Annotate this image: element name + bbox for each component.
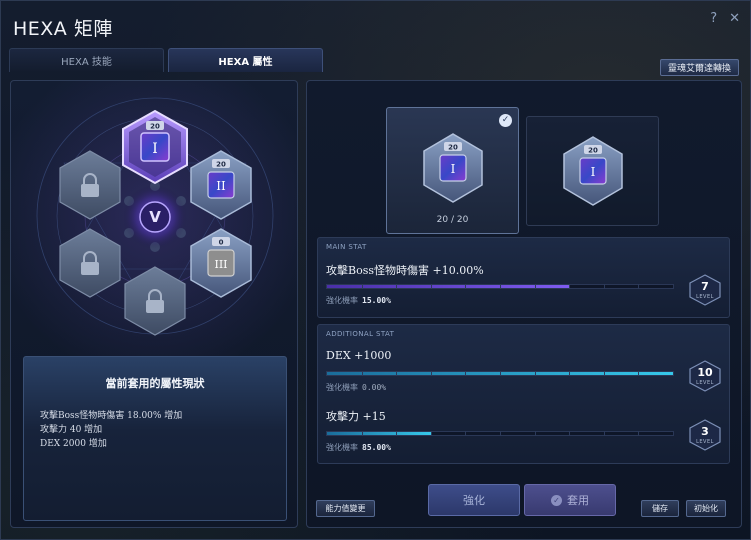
core-level-count: 20 / 20 <box>436 215 469 225</box>
status-line: DEX 2000 增加 <box>40 439 107 449</box>
additional-stat-header: ADDITIONAL STAT <box>326 330 395 338</box>
svg-text:20: 20 <box>588 147 598 155</box>
sol-erda-convert-button[interactable]: 靈魂艾爾達轉換 <box>660 59 739 76</box>
core-hex-bottom[interactable] <box>124 266 186 336</box>
additional-stat-progress-bar <box>326 431 674 436</box>
additional-stat-level-badge: 3 LEVEL <box>688 419 722 451</box>
apply-button[interactable]: ✓ 套用 <box>524 484 616 516</box>
svg-text:20: 20 <box>216 161 226 169</box>
main-stat-progress-bar <box>326 284 674 289</box>
svg-text:II: II <box>216 179 226 193</box>
svg-text:I: I <box>152 141 158 157</box>
svg-text:I: I <box>591 165 596 179</box>
check-icon: ✓ <box>499 114 512 127</box>
title-bar-buttons: ? ✕ <box>710 11 740 26</box>
tab-bar: HEXA 技能 HEXA 屬性 <box>9 48 323 72</box>
main-stat-box: MAIN STAT 攻擊Boss怪物時傷害 +10.00% 強化機率 15.00%… <box>317 237 730 318</box>
enhance-button[interactable]: 強化 <box>428 484 520 516</box>
change-stat-button[interactable]: 能力值變更 <box>316 500 375 517</box>
core-card-alternate[interactable]: I 20 <box>526 116 659 226</box>
core-hex-top[interactable]: I 20 <box>122 109 188 185</box>
core-hex-lower-right[interactable]: III 0 <box>190 228 252 298</box>
additional-stat-box: ADDITIONAL STAT DEX +1000 強化機率 0.00% 10 L… <box>317 324 730 464</box>
help-button[interactable]: ? <box>710 11 717 26</box>
main-stat-rate: 強化機率 15.00% <box>326 296 391 305</box>
v-logo-icon: V <box>149 208 161 226</box>
tab-hexa-skill[interactable]: HEXA 技能 <box>9 48 164 72</box>
close-button[interactable]: ✕ <box>729 11 740 26</box>
svg-text:V: V <box>149 208 161 226</box>
additional-stat-rate: 強化機率 85.00% <box>326 443 391 452</box>
core-hex-upper-right[interactable]: II 20 <box>190 150 252 220</box>
reset-button[interactable]: 初始化 <box>686 500 726 517</box>
core-hex-icon: I 20 <box>563 136 623 206</box>
core-card-badge: 20 <box>448 144 458 152</box>
hex-core-grid: V I 20 II 20 III 0 <box>11 81 299 351</box>
hex-grid-graphic: V I 20 II 20 III 0 <box>36 97 274 336</box>
hexa-matrix-window: HEXA 矩陣 ? ✕ HEXA 技能 HEXA 屬性 靈魂艾爾達轉換 V I … <box>0 0 751 540</box>
save-button[interactable]: 儲存 <box>641 500 679 517</box>
status-line: 攻擊力 40 增加 <box>40 425 103 435</box>
status-title: 當前套用的屬性現狀 <box>105 377 205 390</box>
svg-text:0: 0 <box>219 239 224 247</box>
tab-hexa-stat[interactable]: HEXA 屬性 <box>168 48 323 72</box>
status-line: 攻擊Boss怪物時傷害 18.00% 增加 <box>40 411 183 421</box>
check-icon: ✓ <box>551 494 562 506</box>
main-stat-header: MAIN STAT <box>326 243 367 251</box>
additional-stat-name: DEX +1000 <box>326 349 392 362</box>
additional-stat-rate: 強化機率 0.00% <box>326 383 387 392</box>
hex-core-panel: V I 20 II 20 III 0 當前套用的屬性現狀 攻擊Boss怪物時傷害… <box>10 80 298 528</box>
status-lines: 攻擊Boss怪物時傷害 18.00% 增加 攻擊力 40 增加 DEX 2000… <box>40 409 182 451</box>
window-title: HEXA 矩陣 <box>13 18 113 40</box>
additional-stat-progress-bar <box>326 371 674 376</box>
current-stat-status-box: 當前套用的屬性現狀 攻擊Boss怪物時傷害 18.00% 增加 攻擊力 40 增… <box>23 356 287 521</box>
core-card-selected[interactable]: I 20 ✓ 20 / 20 <box>386 107 519 234</box>
main-stat-name: 攻擊Boss怪物時傷害 +10.00% <box>326 264 484 277</box>
svg-text:I: I <box>451 162 456 176</box>
additional-stat-name: 攻擊力 +15 <box>326 410 386 423</box>
svg-text:III: III <box>214 258 227 271</box>
main-stat-level-badge: 7 LEVEL <box>688 274 722 306</box>
svg-text:20: 20 <box>150 123 160 131</box>
stat-detail-panel: I 20 ✓ 20 / 20 I 20 MAIN STAT 攻擊Boss怪物時傷… <box>306 80 742 528</box>
core-hex-lower-left[interactable] <box>59 228 121 298</box>
additional-stat-level-badge: 10 LEVEL <box>688 360 722 392</box>
